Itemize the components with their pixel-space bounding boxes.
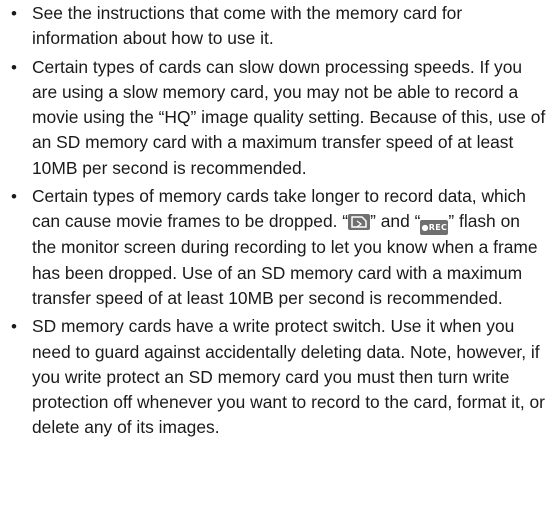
notes-list: • See the instructions that come with th…	[0, 1, 553, 444]
note-item-instructions: • See the instructions that come with th…	[0, 1, 553, 52]
note-text: Certain types of cards can slow down pro…	[32, 56, 546, 178]
note-text-part-2: ” and “	[370, 211, 421, 232]
note-item-dropped-frames: • Certain types of memory cards take lon…	[0, 184, 553, 311]
document-page: • See the instructions that come with th…	[0, 0, 553, 528]
bullet: •	[11, 187, 17, 207]
note-text: SD memory cards have a write protect swi…	[32, 316, 545, 438]
bullet: •	[11, 317, 17, 337]
rec-indicator-icon: ●REC	[420, 220, 449, 236]
note-text: See the instructions that come with the …	[32, 3, 463, 49]
memory-card-icon	[348, 214, 371, 231]
note-item-slow-cards: • Certain types of cards can slow down p…	[0, 55, 553, 181]
bullet: •	[11, 4, 17, 23]
memory-card-icon-shape	[351, 216, 367, 229]
note-item-write-protect: • SD memory cards have a write protect s…	[0, 314, 553, 440]
bullet: •	[11, 57, 17, 77]
